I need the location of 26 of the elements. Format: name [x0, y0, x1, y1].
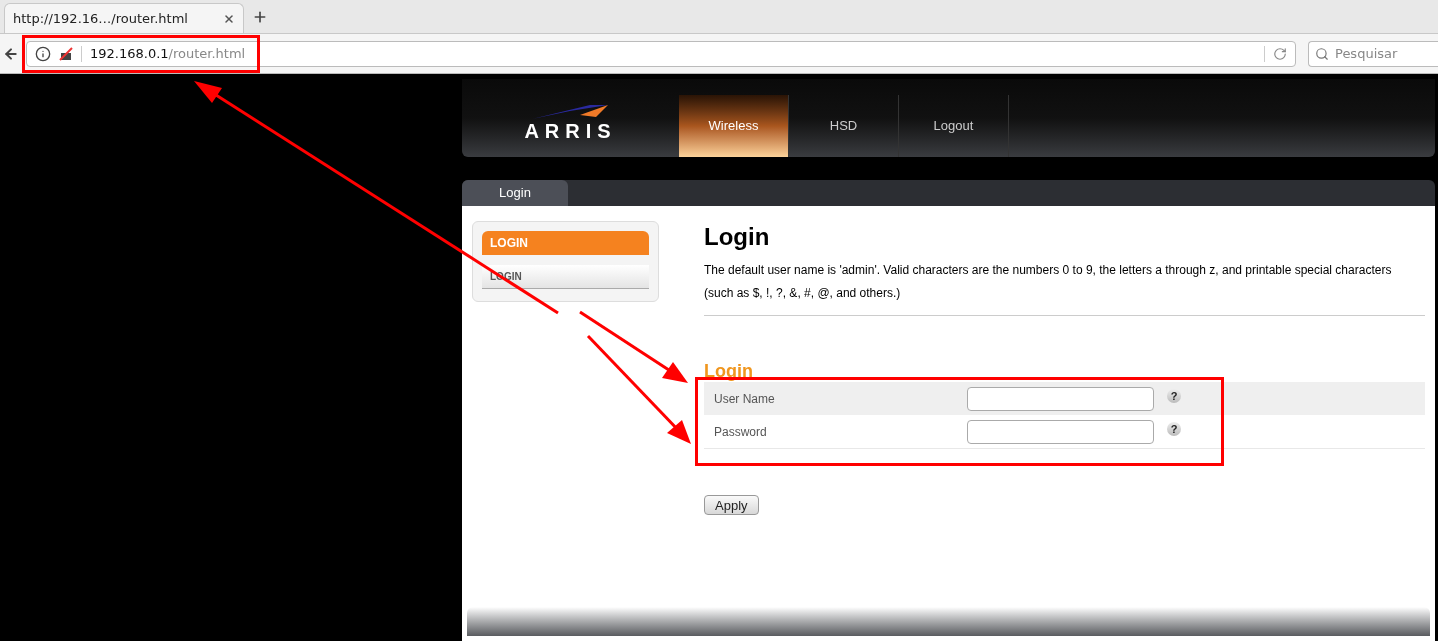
field-label: User Name: [713, 390, 776, 408]
sidebar-title: LOGIN: [482, 231, 649, 255]
back-icon: [3, 45, 19, 62]
url-text: 192.168.0.1/router.html: [90, 44, 247, 63]
help-icon[interactable]: ?: [1167, 389, 1181, 403]
address-bar[interactable]: 192.168.0.1/router.html: [26, 40, 1296, 67]
nav-tab[interactable]: Wireless: [679, 95, 789, 157]
search-icon: [1315, 46, 1329, 61]
text-field[interactable]: [967, 386, 1154, 411]
logo: ARRIS: [524, 103, 617, 141]
nav-tab[interactable]: HSD: [789, 95, 899, 157]
help-icon[interactable]: ?: [1167, 422, 1181, 436]
text-field[interactable]: [967, 419, 1154, 444]
close-icon[interactable]: [223, 12, 235, 25]
section-tab[interactable]: Login: [462, 180, 568, 206]
info-icon[interactable]: [35, 45, 51, 62]
search-field[interactable]: Pesquisar: [1308, 40, 1438, 67]
apply-button[interactable]: Apply: [704, 495, 759, 515]
new-tab-icon[interactable]: [252, 9, 268, 25]
description-text: The default user name is 'admin'. Valid characters are the numbers 0 to 9, the letters a through z, and printable special characters (such as $, !, ?, &, #, @, and others.): [704, 259, 1425, 316]
insecure-lock-icon[interactable]: [59, 46, 73, 61]
reload-icon[interactable]: [1273, 46, 1287, 61]
browser-tab[interactable]: http://192.16…/router.html: [4, 3, 244, 33]
field-label: Password: [713, 423, 768, 441]
nav-tab[interactable]: Logout: [899, 95, 1009, 157]
page-title: Login: [704, 222, 771, 252]
